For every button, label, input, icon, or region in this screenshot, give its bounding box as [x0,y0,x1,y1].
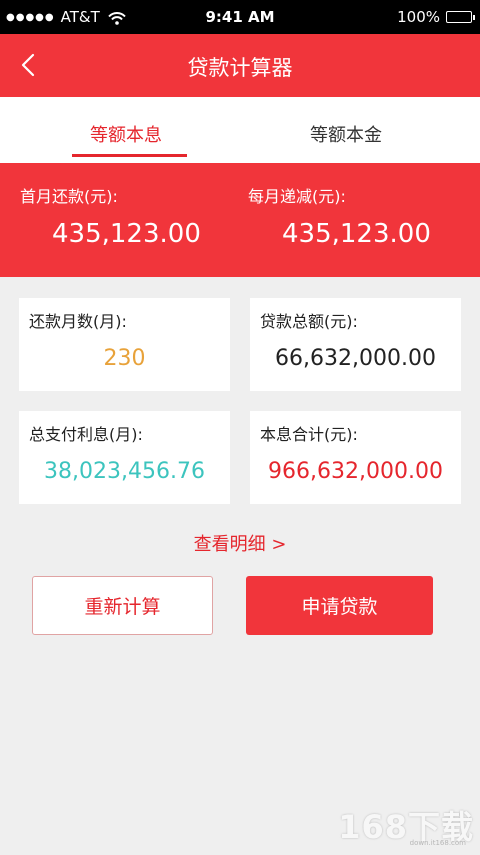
months-label: 还款月数(月): [29,312,127,331]
first-month-value: 435,123.00 [52,219,201,249]
status-bar: ●●●●● AT&T 9:41 AM 100% [0,0,480,34]
total-sum-value: 966,632,000.00 [268,459,443,484]
monthly-decrease-label: 每月递减(元): [248,187,346,206]
total-sum-card: 本息合计(元): 966,632,000.00 [250,411,461,504]
battery-percent: 100% [397,8,440,26]
page-title: 贷款计算器 [187,56,293,80]
total-sum-label: 本息合计(元): [260,425,358,444]
watermark-subtext: down.it168.com [409,839,466,847]
monthly-decrease-value: 435,123.00 [282,219,431,249]
active-tab-indicator [72,154,187,157]
total-interest-card: 总支付利息(月): 38,023,456.76 [19,411,230,504]
first-month-label: 首月还款(元): [20,187,118,206]
total-loan-label: 贷款总额(元): [260,312,358,331]
months-value: 230 [103,346,146,371]
total-loan-value: 66,632,000.00 [275,346,436,371]
total-loan-card: 贷款总额(元): 66,632,000.00 [250,298,461,391]
tab-equal-installment[interactable]: 等额本息 [90,121,162,147]
months-card: 还款月数(月): 230 [19,298,230,391]
nav-bar: 贷款计算器 [0,34,480,97]
total-interest-label: 总支付利息(月): [29,425,143,444]
apply-loan-button[interactable]: 申请贷款 [246,576,433,635]
watermark-logo: 168下载 down.it168.com [324,801,474,849]
total-interest-value: 38,023,456.76 [44,459,205,484]
tab-equal-principal[interactable]: 等额本金 [310,121,382,147]
recalculate-button[interactable]: 重新计算 [32,576,213,635]
view-details-link[interactable]: 查看明细 > [0,530,480,556]
status-right: 100% [397,8,475,26]
battery-icon [446,11,475,23]
summary-panel: 首月还款(元): 435,123.00 每月递减(元): 435,123.00 [0,163,480,277]
tab-bar: 等额本息 等额本金 [0,97,480,163]
